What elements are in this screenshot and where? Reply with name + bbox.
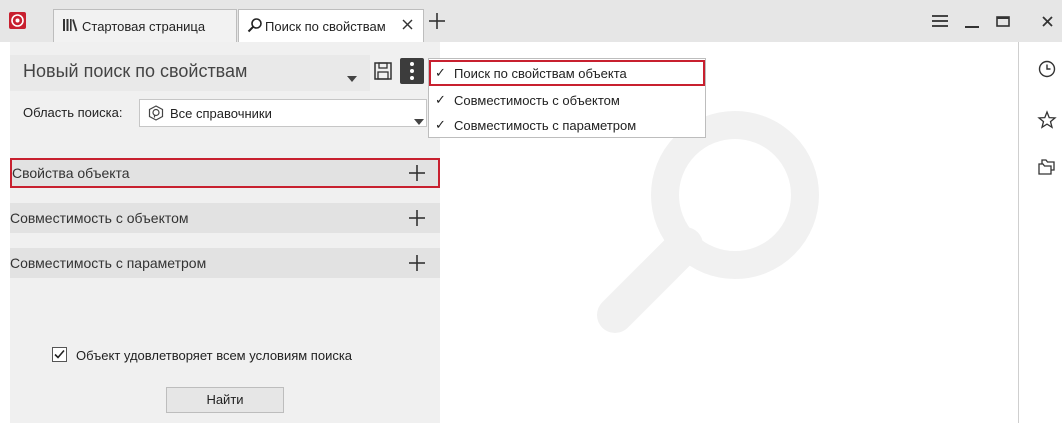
all-conditions-checkbox[interactable] xyxy=(52,347,67,362)
app-logo-icon xyxy=(9,12,26,29)
search-icon xyxy=(247,17,263,38)
section-label: Совместимость с объектом xyxy=(10,210,189,226)
check-icon: ✓ xyxy=(435,65,446,80)
tab-start-page-label: Стартовая страница xyxy=(82,19,206,34)
all-conditions-label: Объект удовлетворяет всем условиям поиск… xyxy=(76,348,353,363)
menu-item-object-compatibility[interactable]: ✓ Совместимость с объектом xyxy=(429,87,705,113)
tab-property-search-label: Поиск по свойствам xyxy=(265,19,386,34)
star-icon[interactable] xyxy=(1036,109,1058,131)
title-bar: Стартовая страница Поиск по свойствам xyxy=(0,0,1062,42)
plus-icon[interactable] xyxy=(408,209,426,227)
save-icon[interactable] xyxy=(373,61,393,81)
maximize-icon[interactable] xyxy=(993,11,1013,31)
menu-item-label: Совместимость с объектом xyxy=(454,93,620,108)
chevron-down-icon[interactable] xyxy=(347,69,357,87)
minimize-icon[interactable] xyxy=(962,11,982,31)
rail-divider xyxy=(1018,42,1019,423)
tab-property-search[interactable]: Поиск по свойствам xyxy=(238,9,424,42)
section-label: Свойства объекта xyxy=(12,165,130,181)
clock-icon[interactable] xyxy=(1036,58,1058,80)
menu-item-parameter-compatibility[interactable]: ✓ Совместимость с параметром xyxy=(429,112,705,138)
more-options-button[interactable] xyxy=(400,58,424,84)
new-tab-button[interactable] xyxy=(428,12,446,30)
check-icon: ✓ xyxy=(435,117,446,132)
section-object-compatibility[interactable]: Совместимость с объектом xyxy=(10,203,440,233)
close-tab-icon[interactable] xyxy=(399,16,417,34)
menu-item-label: Поиск по свойствам объекта xyxy=(454,66,627,81)
menu-icon[interactable] xyxy=(930,11,950,31)
search-name-value: Новый поиск по свойствам xyxy=(23,61,248,81)
scope-label: Область поиска: xyxy=(23,105,123,120)
menu-item-property-search[interactable]: ✓ Поиск по свойствам объекта xyxy=(429,60,705,86)
scope-select[interactable]: Все справочники xyxy=(139,99,427,127)
section-parameter-compatibility[interactable]: Совместимость с параметром xyxy=(10,248,440,278)
plus-icon[interactable] xyxy=(408,164,426,182)
tab-start-page[interactable]: Стартовая страница xyxy=(53,9,237,42)
section-label: Совместимость с параметром xyxy=(10,255,207,271)
close-window-icon[interactable] xyxy=(1038,11,1058,31)
plus-icon[interactable] xyxy=(408,254,426,272)
menu-item-label: Совместимость с параметром xyxy=(454,118,637,133)
library-icon xyxy=(62,17,78,38)
folders-icon[interactable] xyxy=(1036,155,1058,177)
check-icon: ✓ xyxy=(435,92,446,107)
scope-value: Все справочники xyxy=(170,106,272,121)
search-type-menu: ✓ Поиск по свойствам объекта ✓ Совместим… xyxy=(428,58,706,138)
catalog-icon xyxy=(148,105,164,126)
section-object-properties[interactable]: Свойства объекта xyxy=(10,158,440,188)
chevron-down-icon[interactable] xyxy=(414,112,424,130)
find-button[interactable]: Найти xyxy=(166,387,284,413)
